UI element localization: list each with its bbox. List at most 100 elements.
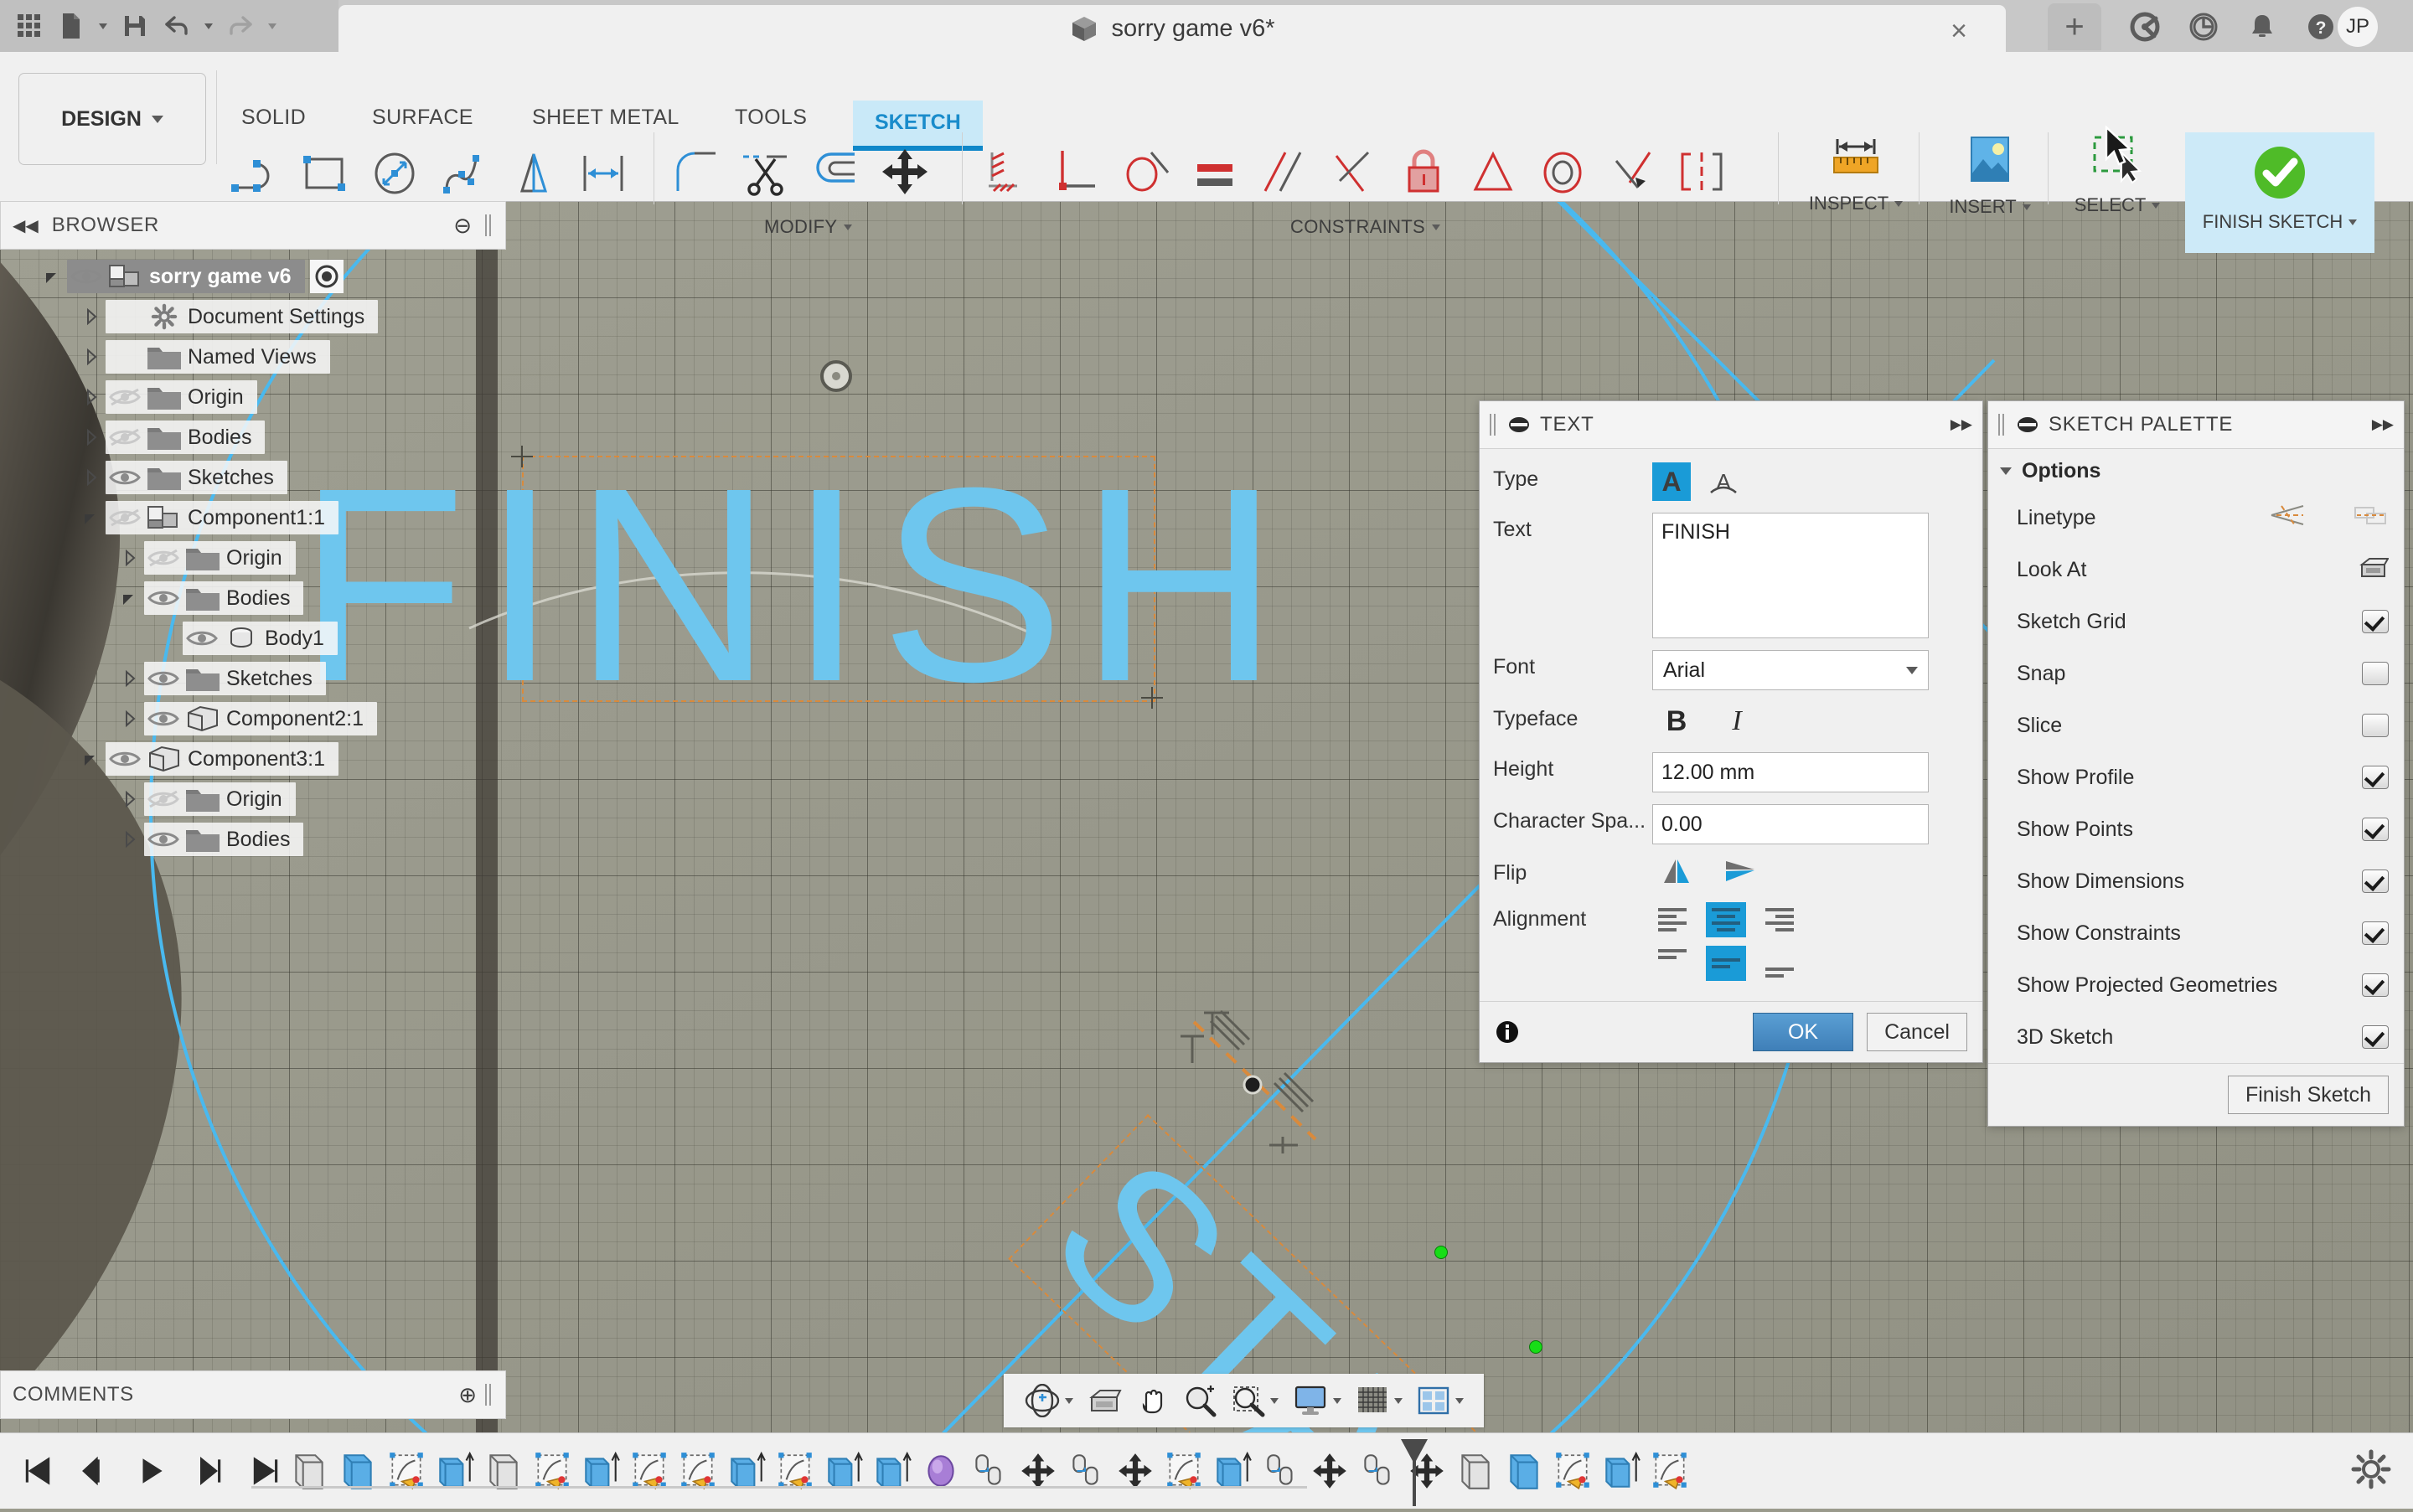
visibility-eye-icon[interactable]: [106, 467, 144, 488]
text-dialog-header[interactable]: TEXT ▶▶: [1480, 401, 1982, 449]
centerline-icon[interactable]: [2352, 503, 2389, 533]
timeline-feature-sketch[interactable]: [1649, 1449, 1691, 1493]
text-type-on-path-button[interactable]: A: [1704, 462, 1743, 501]
tree-expand-arrow[interactable]: [77, 427, 106, 447]
tree-expand-arrow[interactable]: [77, 307, 106, 327]
bold-button[interactable]: B: [1657, 702, 1696, 741]
active-component-radio[interactable]: [309, 260, 344, 293]
tree-expand-arrow[interactable]: [116, 829, 144, 849]
browser-tree-item[interactable]: Sketches: [0, 658, 506, 699]
notifications-icon[interactable]: [2245, 10, 2279, 44]
chevron-down-icon[interactable]: [1270, 1397, 1279, 1404]
offset-icon[interactable]: [808, 144, 863, 204]
visibility-eye-icon[interactable]: [106, 748, 144, 770]
tab-surface[interactable]: SURFACE: [372, 106, 473, 130]
timeline-marker[interactable]: [1396, 1437, 1433, 1512]
chevron-down-icon[interactable]: [1065, 1397, 1073, 1404]
timeline-go-end-button[interactable]: [246, 1452, 285, 1490]
checkbox[interactable]: [2362, 870, 2389, 893]
job-status-icon[interactable]: [2187, 10, 2220, 44]
browser-tree-item[interactable]: Named Views: [0, 337, 506, 377]
add-comment-icon[interactable]: ⊕: [458, 1382, 477, 1408]
dialog-pin-icon[interactable]: [1508, 414, 1530, 436]
panel-resize-grip[interactable]: [485, 1384, 493, 1406]
palette-row[interactable]: Show Projected Geometries: [1988, 959, 2404, 1011]
italic-button[interactable]: I: [1718, 702, 1756, 741]
text-input[interactable]: FINISH: [1652, 513, 1929, 638]
minimize-icon[interactable]: ⊖: [453, 213, 472, 239]
pan-button[interactable]: [1130, 1384, 1174, 1417]
new-tab-button[interactable]: +: [2048, 3, 2101, 50]
palette-row[interactable]: Sketch Grid: [1988, 596, 2404, 648]
panel-resize-grip[interactable]: [485, 214, 493, 236]
tree-expand-arrow[interactable]: [39, 266, 67, 286]
timeline-feature-extrude[interactable]: [1600, 1449, 1642, 1493]
visibility-eye-icon[interactable]: [144, 708, 183, 730]
help-icon[interactable]: ?: [2304, 10, 2338, 44]
browser-tree-item[interactable]: Origin: [0, 377, 506, 417]
equal-constraint-icon[interactable]: [1187, 144, 1243, 204]
browser-tree-item[interactable]: Origin: [0, 779, 506, 819]
visibility-eye-icon[interactable]: [106, 507, 144, 529]
align-left-button[interactable]: [1652, 902, 1692, 937]
browser-tree-item[interactable]: Sketches: [0, 457, 506, 498]
gear-icon[interactable]: [2351, 1449, 2391, 1489]
palette-row[interactable]: Show Points: [1988, 803, 2404, 855]
align-center-button[interactable]: [1706, 902, 1746, 937]
app-grid-icon[interactable]: [15, 12, 44, 40]
sketch-point[interactable]: [1529, 1340, 1542, 1354]
timeline-step-forward-button[interactable]: [189, 1452, 228, 1490]
visibility-eye-icon[interactable]: [144, 788, 183, 810]
tangent-constraint-icon[interactable]: [1118, 144, 1173, 204]
visibility-eye-icon[interactable]: [144, 547, 183, 569]
tree-expand-arrow[interactable]: [116, 709, 144, 729]
palette-row[interactable]: Show Profile: [1988, 751, 2404, 803]
extensions-icon[interactable]: [2128, 10, 2162, 44]
checkbox[interactable]: [2362, 1025, 2389, 1049]
avatar[interactable]: JP: [2338, 7, 2378, 47]
move-copy-icon[interactable]: [877, 144, 933, 204]
browser-tree-item[interactable]: Body1: [0, 618, 506, 658]
browser-tree-item[interactable]: Bodies: [0, 578, 506, 618]
visibility-eye-icon[interactable]: [106, 426, 144, 448]
trim-icon[interactable]: [738, 144, 793, 204]
sketch-dimension-icon[interactable]: [576, 144, 631, 204]
palette-row[interactable]: Show Constraints: [1988, 907, 2404, 959]
collapse-icon[interactable]: ◀◀: [13, 215, 39, 236]
sketch-point[interactable]: [1434, 1246, 1448, 1259]
tree-expand-arrow[interactable]: [77, 467, 106, 488]
browser-tree-item[interactable]: Component3:1: [0, 739, 506, 779]
timeline-play-button[interactable]: [132, 1452, 171, 1490]
palette-row[interactable]: Linetype: [1988, 492, 2404, 544]
timeline-feature-body[interactable]: [1455, 1449, 1496, 1493]
redo-dropdown-caret[interactable]: [268, 23, 276, 29]
tab-tools[interactable]: TOOLS: [735, 106, 807, 130]
mirror-icon[interactable]: [506, 144, 561, 204]
coincident-constraint-icon[interactable]: [1604, 144, 1660, 204]
checkbox[interactable]: [2362, 662, 2389, 685]
line-icon[interactable]: [228, 144, 283, 204]
ok-button[interactable]: OK: [1753, 1013, 1853, 1051]
rectangle-icon[interactable]: [297, 144, 353, 204]
flip-vertical-button[interactable]: [1721, 856, 1759, 890]
dialog-drag-grip[interactable]: [1998, 414, 2007, 436]
parallel-constraint-icon[interactable]: [1257, 144, 1312, 204]
height-input[interactable]: 12.00 mm: [1652, 752, 1929, 792]
symmetry-constraint-icon[interactable]: [1674, 144, 1729, 204]
grid-and-snaps-button[interactable]: [1350, 1385, 1408, 1417]
tree-expand-arrow[interactable]: [77, 749, 106, 769]
inspect-button[interactable]: INSPECT: [1793, 132, 1919, 241]
options-section-header[interactable]: Options: [1988, 449, 2404, 492]
align-top-button[interactable]: [1652, 946, 1692, 981]
construction-line-icon[interactable]: [2270, 503, 2307, 533]
insert-button[interactable]: INSERT: [1927, 132, 2053, 241]
timeline-step-back-button[interactable]: [75, 1452, 114, 1490]
dialog-drag-grip[interactable]: [1490, 414, 1498, 436]
tree-expand-arrow[interactable]: [77, 387, 106, 407]
viewports-button[interactable]: [1411, 1385, 1469, 1417]
timeline-go-start-button[interactable]: [18, 1452, 57, 1490]
chevron-down-icon[interactable]: [1455, 1397, 1464, 1404]
browser-tree-item[interactable]: Component1:1: [0, 498, 506, 538]
close-icon[interactable]: ×: [1951, 17, 1967, 45]
document-tab[interactable]: sorry game v6* ×: [338, 5, 2006, 52]
